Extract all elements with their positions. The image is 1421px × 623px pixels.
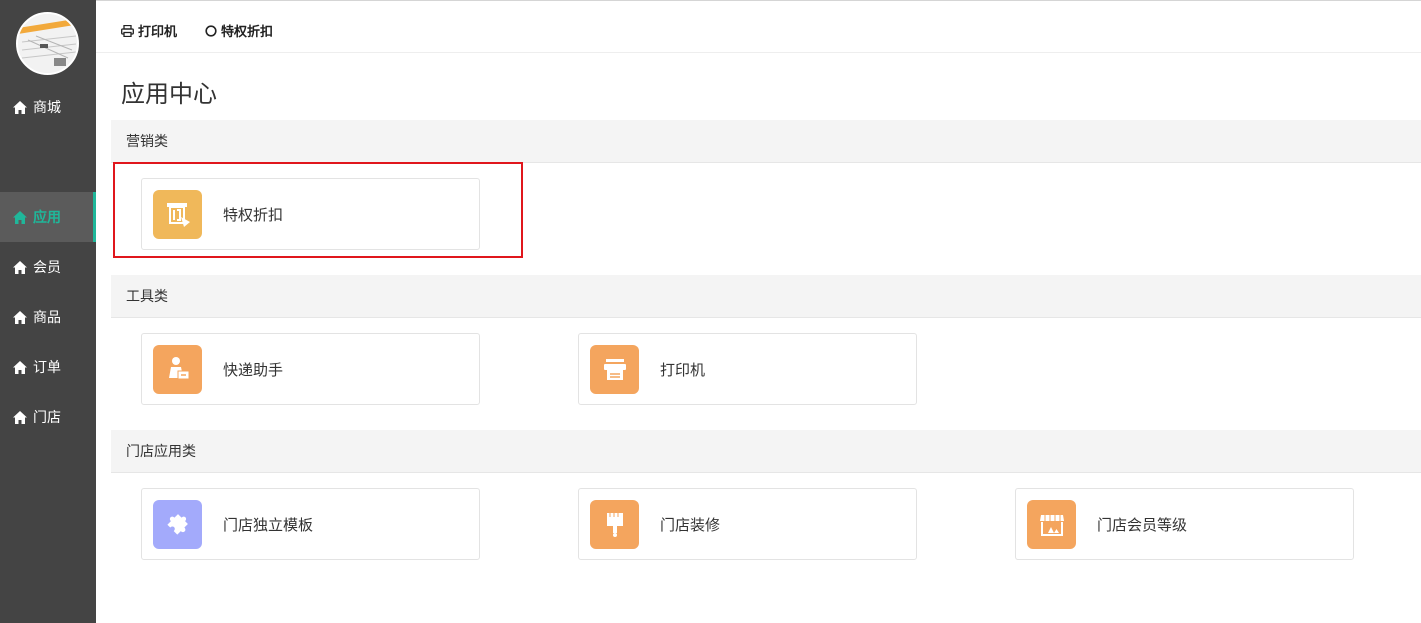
- section-header-marketing: 营销类: [111, 120, 1421, 163]
- courier-icon: [153, 344, 202, 394]
- printer-icon: [121, 24, 134, 37]
- app-card-courier-assistant[interactable]: 快递助手: [141, 333, 480, 405]
- home-icon: [13, 360, 27, 374]
- app-card-store-decoration[interactable]: 门店装修: [578, 488, 917, 560]
- sidebar-item-mall[interactable]: 商城: [0, 82, 96, 132]
- home-icon: [13, 210, 27, 224]
- app-label: 特权折扣: [223, 205, 284, 224]
- app-label: 快递助手: [223, 360, 284, 379]
- top-link-discount[interactable]: 特权折扣: [205, 21, 273, 40]
- app-card-privilege-discount[interactable]: 特权折扣: [141, 178, 480, 250]
- discount-ticket-icon: [153, 189, 202, 239]
- sidebar-item-apps[interactable]: 应用: [0, 192, 96, 242]
- avatar-image: [18, 14, 77, 73]
- puzzle-icon: [153, 499, 202, 549]
- home-icon: [13, 260, 27, 274]
- app-label: 打印机: [660, 360, 706, 379]
- home-icon: [13, 310, 27, 324]
- paint-brush-icon: [590, 499, 639, 549]
- storefront-icon: [1027, 499, 1076, 549]
- sidebar-item-label: 会员: [33, 260, 61, 276]
- app-card-store-template[interactable]: 门店独立模板: [141, 488, 480, 560]
- sidebar-item-label: 商品: [33, 310, 61, 326]
- circle-icon: [205, 24, 217, 37]
- section-title: 工具类: [126, 289, 168, 305]
- sidebar-item-orders[interactable]: 订单: [0, 342, 96, 392]
- sidebar-item-products[interactable]: 商品: [0, 292, 96, 342]
- app-label: 门店独立模板: [223, 515, 314, 534]
- sidebar-item-label: 商城: [33, 100, 61, 116]
- page-title: 应用中心: [121, 80, 217, 108]
- home-icon: [13, 100, 27, 114]
- sidebar-item-label: 门店: [33, 410, 61, 426]
- sidebar-item-stores[interactable]: 门店: [0, 392, 96, 442]
- section-title: 门店应用类: [126, 444, 196, 460]
- sidebar: 商城 应用 会员 商品 订单 门店: [0, 0, 96, 623]
- home-icon: [13, 410, 27, 424]
- top-link-label: 打印机: [138, 25, 178, 40]
- printer-icon: [590, 344, 639, 394]
- sidebar-item-label: 订单: [33, 360, 61, 376]
- section-header-store-apps: 门店应用类: [111, 430, 1421, 473]
- top-link-printer[interactable]: 打印机: [121, 21, 177, 40]
- sidebar-item-label: 应用: [33, 210, 61, 226]
- app-card-store-member-level[interactable]: 门店会员等级: [1015, 488, 1354, 560]
- avatar[interactable]: [16, 12, 79, 75]
- top-bar: 打印机 特权折扣: [96, 0, 1421, 53]
- app-card-printer[interactable]: 打印机: [578, 333, 917, 405]
- app-label: 门店会员等级: [1097, 515, 1188, 534]
- top-link-label: 特权折扣: [221, 25, 274, 40]
- app-label: 门店装修: [660, 515, 721, 534]
- sidebar-item-members[interactable]: 会员: [0, 242, 96, 292]
- section-header-tools: 工具类: [111, 275, 1421, 318]
- section-title: 营销类: [126, 134, 168, 150]
